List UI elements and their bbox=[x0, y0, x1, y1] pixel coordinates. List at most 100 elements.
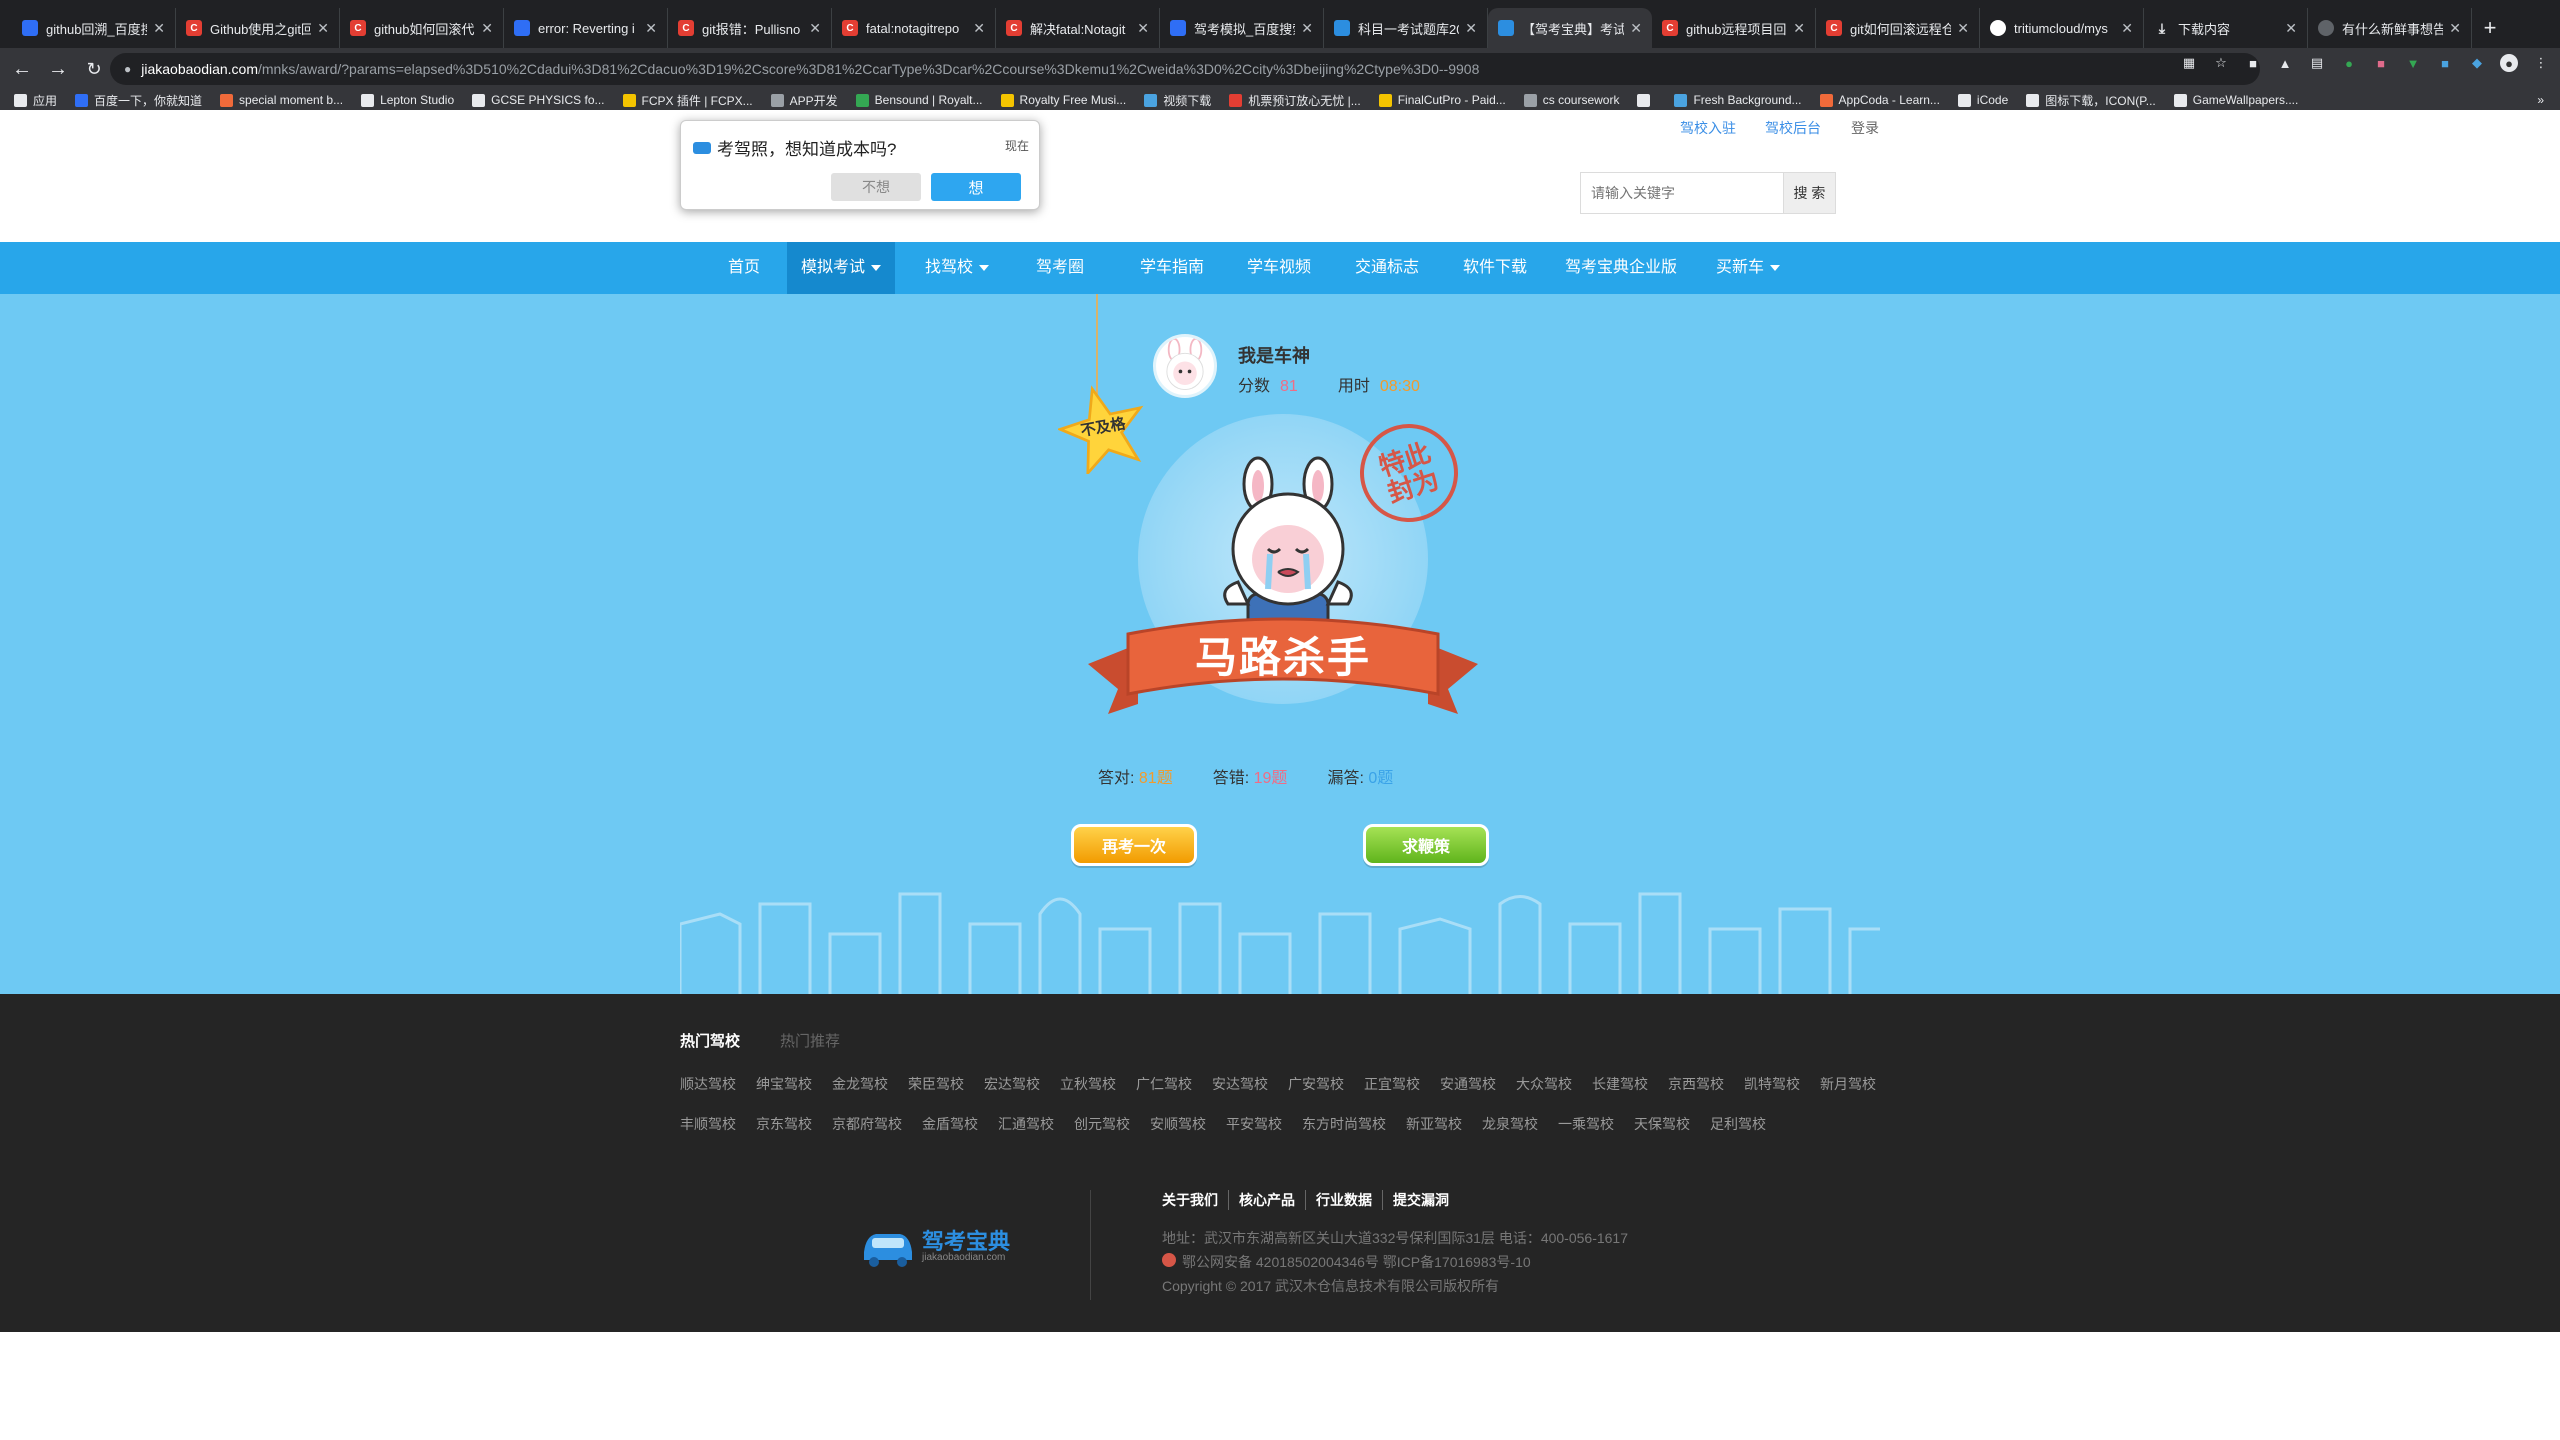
browser-tab[interactable]: ⤓ 下载内容 ✕ bbox=[2144, 8, 2308, 48]
school-link[interactable]: 丰顺驾校 bbox=[680, 1114, 736, 1134]
retry-button[interactable]: 再考一次 bbox=[1071, 824, 1197, 866]
popup-no-button[interactable]: 不想 bbox=[831, 173, 921, 201]
close-icon[interactable]: ✕ bbox=[1465, 20, 1477, 37]
browser-tab[interactable]: tritiumcloud/mys ✕ bbox=[1980, 8, 2144, 48]
close-icon[interactable]: ✕ bbox=[153, 20, 165, 37]
extension-icon[interactable]: ▼ bbox=[2404, 54, 2422, 72]
school-link[interactable]: 广仁驾校 bbox=[1136, 1074, 1192, 1094]
nav-item[interactable]: 首页 bbox=[714, 242, 774, 294]
search-button[interactable]: 搜 索 bbox=[1783, 173, 1835, 213]
more-bookmarks-button[interactable]: » bbox=[2537, 93, 2544, 107]
browser-tab[interactable]: Cgit报错：Pullisno ✕ bbox=[668, 8, 832, 48]
extension-icon[interactable]: ■ bbox=[2372, 54, 2390, 72]
tab-active[interactable]: 【驾考宝典】考试 ✕ bbox=[1488, 8, 1652, 48]
school-link[interactable]: 新月驾校 bbox=[1820, 1074, 1876, 1094]
close-icon[interactable]: ✕ bbox=[1957, 20, 1969, 37]
close-icon[interactable]: ✕ bbox=[1630, 20, 1642, 37]
nav-item[interactable]: 学车指南 bbox=[1132, 242, 1212, 294]
close-icon[interactable]: ✕ bbox=[1137, 20, 1149, 37]
school-link[interactable]: 天保驾校 bbox=[1634, 1114, 1690, 1134]
bookmark-item[interactable]: GCSE PHYSICS fo... bbox=[472, 93, 605, 107]
school-link[interactable]: 京东驾校 bbox=[756, 1114, 812, 1134]
close-icon[interactable]: ✕ bbox=[2121, 20, 2133, 37]
footer-logo[interactable]: 驾考宝典 jiakaobaodian.com bbox=[860, 1222, 1030, 1272]
bookmark-item[interactable]: FCPX 插件 | FCPX... bbox=[622, 92, 753, 109]
school-link[interactable]: 长建驾校 bbox=[1592, 1074, 1648, 1094]
bookmark-item[interactable]: Fresh Background... bbox=[1674, 93, 1802, 107]
tab-hot-recommend[interactable]: 热门推荐 bbox=[780, 1030, 840, 1051]
nav-item[interactable]: 交通标志 bbox=[1347, 242, 1427, 294]
browser-tab[interactable]: C 解决fatal:Notagit ✕ bbox=[996, 8, 1160, 48]
school-link[interactable]: 凯特驾校 bbox=[1744, 1074, 1800, 1094]
bookmark-item[interactable]: Royalty Free Musi... bbox=[1000, 93, 1126, 107]
school-link[interactable]: 安顺驾校 bbox=[1150, 1114, 1206, 1134]
browser-tab[interactable]: Cgithub远程项目回 ✕ bbox=[1652, 8, 1816, 48]
browser-tab[interactable]: 科目一考试题库20 ✕ bbox=[1324, 8, 1488, 48]
footer-link[interactable]: 核心产品 bbox=[1228, 1190, 1305, 1210]
browser-tab[interactable]: Cgithub如何回滚代 ✕ bbox=[340, 8, 504, 48]
school-link[interactable]: 顺达驾校 bbox=[680, 1074, 736, 1094]
bookmark-item[interactable]: Bensound | Royalt... bbox=[855, 93, 983, 107]
reload-icon[interactable]: ↻ bbox=[76, 51, 112, 87]
extension-icon[interactable]: ◆ bbox=[2468, 54, 2486, 72]
close-icon[interactable]: ✕ bbox=[2449, 20, 2461, 37]
footer-link[interactable]: 提交漏洞 bbox=[1382, 1190, 1459, 1210]
school-link[interactable]: 绅宝驾校 bbox=[756, 1074, 812, 1094]
bookmark-item[interactable]: 视频下载 bbox=[1144, 92, 1211, 109]
close-icon[interactable]: ✕ bbox=[1793, 20, 1805, 37]
browser-tab[interactable]: error: Reverting i ✕ bbox=[504, 8, 668, 48]
school-link[interactable]: 汇通驾校 bbox=[998, 1114, 1054, 1134]
school-link[interactable]: 龙泉驾校 bbox=[1482, 1114, 1538, 1134]
school-link[interactable]: 广安驾校 bbox=[1288, 1074, 1344, 1094]
bookmark-item[interactable]: 机票预订放心无忧 |... bbox=[1229, 92, 1361, 109]
menu-icon[interactable]: ⋮ bbox=[2532, 54, 2550, 72]
bookmark-item[interactable]: APP开发 bbox=[770, 92, 838, 109]
school-link[interactable]: 安通驾校 bbox=[1440, 1074, 1496, 1094]
close-icon[interactable]: ✕ bbox=[973, 20, 985, 37]
nav-item[interactable]: 学车视频 bbox=[1239, 242, 1319, 294]
search-input[interactable] bbox=[1581, 173, 1783, 213]
footer-link[interactable]: 关于我们 bbox=[1162, 1190, 1228, 1210]
nav-item[interactable]: 驾考圈 bbox=[1030, 242, 1090, 294]
extension-icon[interactable]: ● bbox=[2340, 54, 2358, 72]
bookmark-item[interactable]: FinalCutPro - Paid... bbox=[1378, 93, 1506, 107]
tab-hot-schools[interactable]: 热门驾校 bbox=[680, 1030, 740, 1051]
school-link[interactable]: 东方时尚驾校 bbox=[1302, 1114, 1386, 1134]
school-link[interactable]: 安达驾校 bbox=[1212, 1074, 1268, 1094]
close-icon[interactable]: ✕ bbox=[809, 20, 821, 37]
bookmark-item[interactable]: GameWallpapers.... bbox=[2173, 93, 2298, 107]
new-tab-button[interactable]: + bbox=[2472, 8, 2508, 48]
bookmark-item[interactable]: Lepton Studio bbox=[361, 93, 454, 107]
bookmark-item[interactable]: special moment b... bbox=[220, 93, 343, 107]
translate-icon[interactable]: ▦ bbox=[2180, 54, 2198, 72]
close-icon[interactable]: ✕ bbox=[645, 20, 657, 37]
school-link[interactable]: 金盾驾校 bbox=[922, 1114, 978, 1134]
browser-tab[interactable]: Cfatal:notagitrepo ✕ bbox=[832, 8, 996, 48]
bookmark-item[interactable]: cs coursework bbox=[1523, 93, 1619, 107]
close-icon[interactable]: ✕ bbox=[481, 20, 493, 37]
school-join-link[interactable]: 驾校入驻 bbox=[1680, 118, 1736, 138]
browser-tab[interactable]: Cgit如何回滚远程仓 ✕ bbox=[1816, 8, 1980, 48]
browser-tab[interactable]: 有什么新鲜事想告 ✕ bbox=[2308, 8, 2472, 48]
back-icon[interactable]: ← bbox=[4, 51, 40, 87]
bookmark-item[interactable]: 应用 bbox=[14, 92, 57, 109]
popup-yes-button[interactable]: 想 bbox=[931, 173, 1021, 201]
profile-avatar-icon[interactable]: ● bbox=[2500, 54, 2518, 72]
footer-link[interactable]: 行业数据 bbox=[1305, 1190, 1382, 1210]
school-link[interactable]: 大众驾校 bbox=[1516, 1074, 1572, 1094]
school-link[interactable]: 京都府驾校 bbox=[832, 1114, 902, 1134]
forward-icon[interactable]: → bbox=[40, 51, 76, 87]
nav-item[interactable]: 模拟考试 bbox=[787, 242, 895, 294]
school-link[interactable]: 创元驾校 bbox=[1074, 1114, 1130, 1134]
extension-icon[interactable]: ■ bbox=[2244, 54, 2262, 72]
nav-item[interactable]: 找驾校 bbox=[912, 242, 1002, 294]
school-admin-link[interactable]: 驾校后台 bbox=[1765, 118, 1821, 138]
bookmark-item[interactable]: 图标下载，ICON(P... bbox=[2026, 92, 2156, 109]
school-link[interactable]: 金龙驾校 bbox=[832, 1074, 888, 1094]
nav-item[interactable]: 软件下载 bbox=[1455, 242, 1535, 294]
school-link[interactable]: 新亚驾校 bbox=[1406, 1114, 1462, 1134]
extension-icon[interactable]: ■ bbox=[2436, 54, 2454, 72]
close-icon[interactable]: ✕ bbox=[317, 20, 329, 37]
close-icon[interactable]: ✕ bbox=[2285, 20, 2297, 37]
close-icon[interactable]: ✕ bbox=[1301, 20, 1313, 37]
